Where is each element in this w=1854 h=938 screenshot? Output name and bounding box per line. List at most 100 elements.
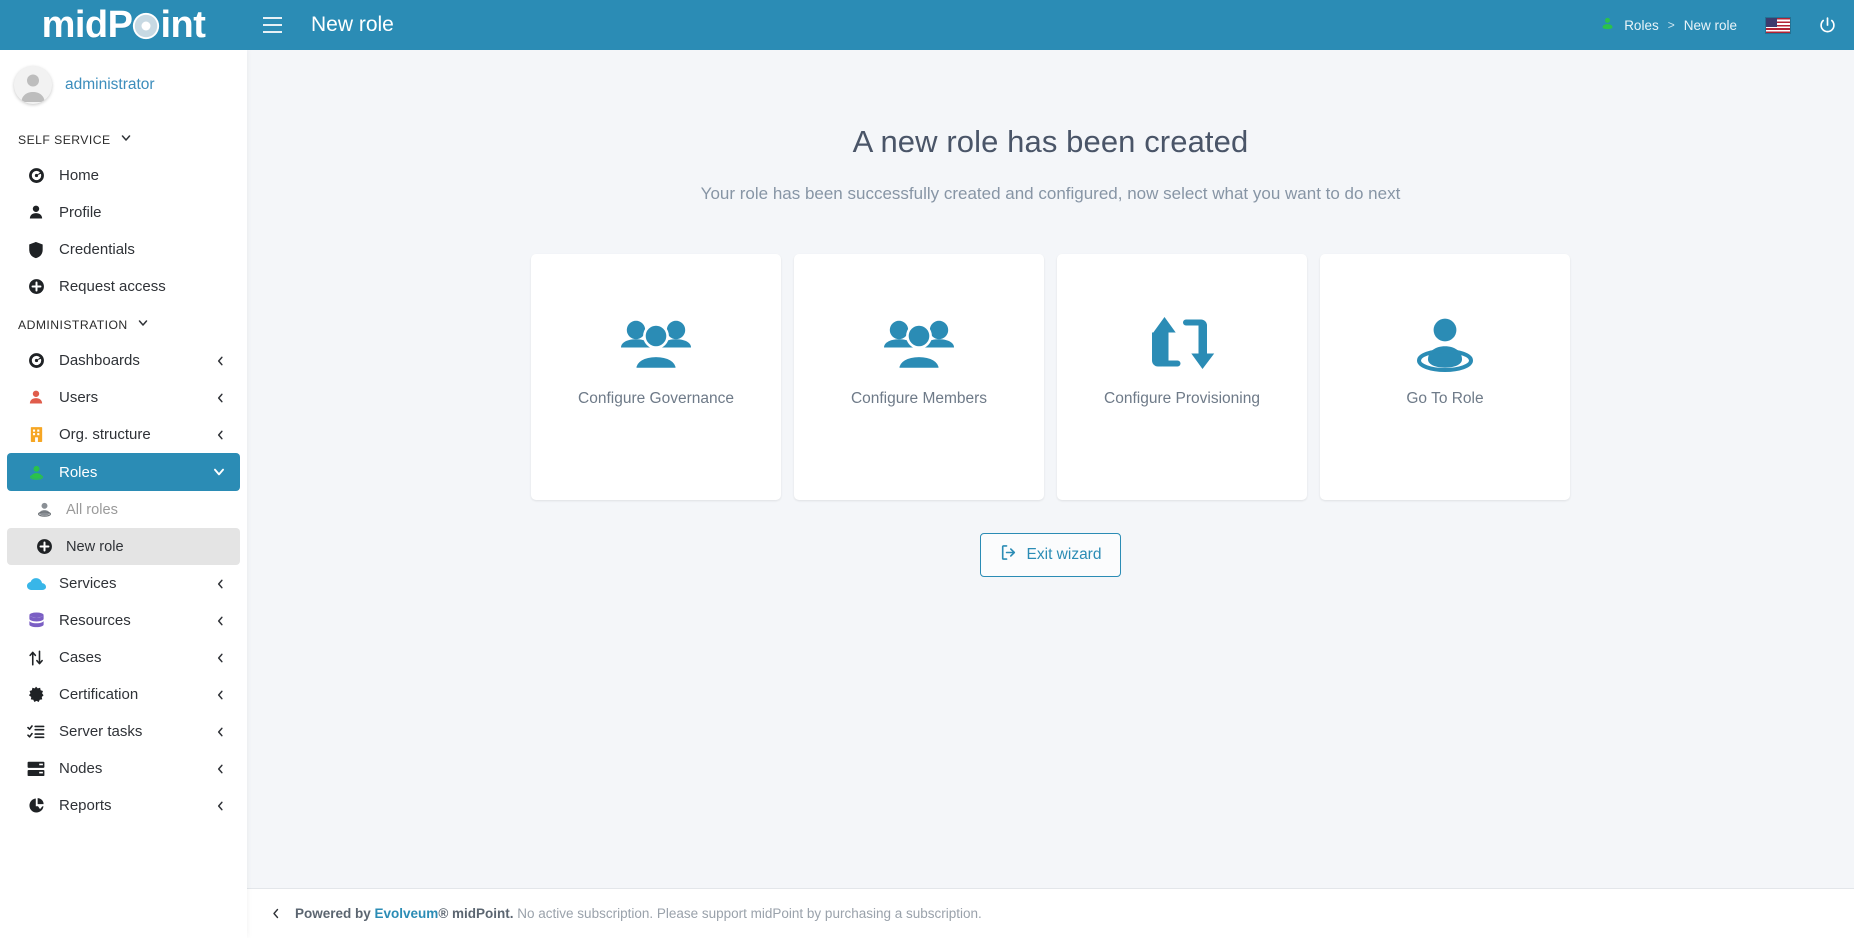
card-go-to-role[interactable]: Go To Role: [1320, 254, 1570, 500]
sidebar-item-reports[interactable]: Reports: [7, 787, 240, 824]
tasks-list-icon: [25, 723, 47, 741]
avatar[interactable]: [14, 66, 52, 104]
sidebar-item-label: Home: [59, 167, 100, 184]
hamburger-icon[interactable]: [255, 8, 289, 42]
chevron-left-icon: [215, 688, 226, 702]
pie-chart-icon: [25, 797, 47, 815]
footer-subscription-notice: No active subscription. Please support m…: [517, 906, 982, 921]
sidebar-item-label: Dashboards: [59, 352, 140, 369]
sidebar-item-credentials[interactable]: Credentials: [7, 231, 240, 268]
chevron-left-icon: [215, 725, 226, 739]
wizard-finish-panel: A new role has been created Your role ha…: [247, 50, 1854, 888]
logo-text-mid: mid: [41, 4, 109, 46]
sidebar-item-org-structure[interactable]: Org. structure: [7, 416, 240, 453]
sidebar-item-label: Nodes: [59, 760, 103, 777]
chevron-left-icon: [215, 391, 226, 405]
user-avatar-icon: [14, 66, 52, 104]
sidebar-item-certification[interactable]: Certification: [7, 676, 240, 713]
database-icon: [25, 611, 47, 630]
sidebar-item-home[interactable]: Home: [7, 157, 240, 194]
exit-wizard-button[interactable]: Exit wizard: [979, 533, 1122, 577]
sidebar-username[interactable]: administrator: [65, 76, 155, 94]
app-logo[interactable]: mid P int: [0, 0, 247, 50]
sidebar-item-label: Resources: [59, 612, 131, 629]
sidebar: administrator SELF SERVICE Home Profile: [0, 50, 247, 938]
sidebar-item-services[interactable]: Services: [7, 565, 240, 602]
shield-icon: [25, 241, 47, 259]
sidebar-item-new-role[interactable]: New role: [7, 528, 240, 565]
sidebar-item-label: Roles: [59, 463, 98, 481]
chevron-left-icon: [215, 354, 226, 368]
main-heading: A new role has been created: [852, 124, 1249, 159]
breadcrumb-item-new-role[interactable]: New role: [1684, 18, 1737, 33]
logo-text-int: int: [160, 4, 206, 46]
chevron-left-icon[interactable]: [263, 906, 289, 921]
server-icon: [25, 760, 47, 778]
us-flag-icon[interactable]: [1765, 16, 1791, 34]
main-subheading: Your role has been successfully created …: [700, 184, 1401, 203]
hamburger-bar: [262, 17, 282, 19]
exit-wizard-label: Exit wizard: [1026, 546, 1102, 563]
sidebar-item-nodes[interactable]: Nodes: [7, 750, 240, 787]
sidebar-item-profile[interactable]: Profile: [7, 194, 240, 231]
card-configure-provisioning[interactable]: Configure Provisioning: [1057, 254, 1307, 500]
chevron-left-icon: [215, 428, 226, 442]
card-configure-governance[interactable]: Configure Governance: [531, 254, 781, 500]
chevron-left-icon: [215, 762, 226, 776]
sidebar-item-label: Reports: [59, 797, 112, 814]
app-shell: administrator SELF SERVICE Home Profile: [0, 50, 1854, 938]
sidebar-item-resources[interactable]: Resources: [7, 602, 240, 639]
dashboard-icon: [25, 352, 47, 370]
sidebar-item-roles[interactable]: Roles: [7, 453, 240, 491]
sidebar-item-label: Org. structure: [59, 426, 151, 443]
page-title: New role: [311, 13, 394, 36]
power-icon[interactable]: [1817, 15, 1838, 36]
role-green-icon: [1600, 16, 1615, 34]
sidebar-item-server-tasks[interactable]: Server tasks: [7, 713, 240, 750]
sidebar-item-label: Credentials: [59, 241, 135, 258]
sidebar-section-administration[interactable]: ADMINISTRATION: [0, 305, 247, 342]
breadcrumb: Roles > New role: [1600, 16, 1737, 34]
card-label: Configure Provisioning: [1104, 390, 1260, 407]
footer-registered-mark: ®: [438, 906, 449, 921]
hamburger-bar: [262, 31, 282, 33]
topbar-right-tools: Roles > New role: [1600, 15, 1854, 36]
user-red-icon: [25, 389, 47, 407]
role-gray-icon: [33, 501, 55, 519]
sidebar-item-dashboards[interactable]: Dashboards: [7, 342, 240, 379]
sidebar-item-label: Users: [59, 389, 99, 406]
sidebar-item-label: Profile: [59, 204, 102, 221]
sign-out-icon: [1000, 544, 1017, 566]
sidebar-section-label: SELF SERVICE: [18, 132, 111, 147]
sidebar-item-request-access[interactable]: Request access: [7, 268, 240, 305]
footer-product: midPoint.: [448, 906, 514, 921]
hamburger-bar: [262, 24, 282, 26]
chevron-down-icon: [212, 465, 226, 479]
role-green-icon: [25, 463, 47, 481]
sidebar-user-panel[interactable]: administrator: [0, 50, 247, 120]
arrows-updown-icon: [25, 649, 47, 667]
sidebar-item-all-roles[interactable]: All roles: [7, 491, 240, 528]
certificate-icon: [25, 686, 47, 704]
chevron-left-icon: [215, 577, 226, 591]
sidebar-item-users[interactable]: Users: [7, 379, 240, 416]
footer: Powered by Evolveum® midPoint. No active…: [247, 888, 1854, 938]
sidebar-section-label: ADMINISTRATION: [18, 317, 128, 332]
sidebar-item-label: Server tasks: [59, 723, 143, 740]
card-label: Configure Members: [850, 390, 988, 407]
app-logo-text: mid P int: [42, 6, 206, 44]
sidebar-item-cases[interactable]: Cases: [7, 639, 240, 676]
sidebar-section-self-service[interactable]: SELF SERVICE: [0, 120, 247, 157]
card-configure-members[interactable]: Configure Members: [794, 254, 1044, 500]
breadcrumb-separator: >: [1667, 18, 1675, 32]
plus-circle-icon: [25, 278, 47, 296]
sidebar-item-label: New role: [66, 538, 124, 555]
flag-canton: [1766, 17, 1777, 27]
footer-company-link[interactable]: Evolveum: [375, 906, 439, 921]
logo-text-p: P: [107, 4, 133, 46]
chevron-left-icon: [215, 799, 226, 813]
breadcrumb-item-roles[interactable]: Roles: [1624, 18, 1659, 33]
footer-powered-by: Powered by: [295, 906, 375, 921]
footer-text: Powered by Evolveum® midPoint. No active…: [295, 906, 982, 921]
top-navbar: mid P int New role Roles > New role: [0, 0, 1854, 50]
